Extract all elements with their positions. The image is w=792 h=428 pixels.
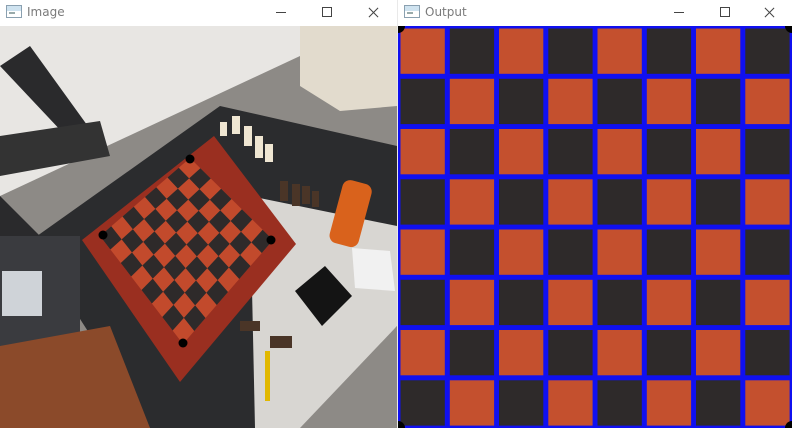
maximize-icon[interactable]	[304, 0, 350, 26]
output-board-square	[696, 179, 741, 225]
output-board-square	[499, 129, 544, 175]
output-board-square	[449, 380, 495, 426]
image-window-title: Image	[27, 5, 65, 19]
corner-marker	[178, 338, 188, 348]
output-board-square	[745, 78, 790, 125]
output-board-square	[548, 28, 593, 74]
output-board-square	[449, 129, 495, 175]
output-board-square	[696, 129, 741, 175]
corner-marker	[266, 235, 276, 245]
output-board-square	[400, 380, 445, 426]
warped-board-output	[398, 26, 792, 428]
output-board-square	[499, 279, 544, 326]
output-board-square	[646, 229, 692, 275]
output-board-square	[597, 129, 642, 175]
corner-marker	[98, 230, 108, 240]
minimize-icon[interactable]	[258, 0, 304, 26]
output-board-square	[499, 28, 544, 74]
output-board-square	[548, 78, 593, 125]
output-board-square	[696, 279, 741, 326]
output-board-square	[400, 78, 445, 125]
output-board-square	[499, 179, 544, 225]
output-board-square	[696, 380, 741, 426]
output-board-square	[400, 279, 445, 326]
output-board-square	[597, 380, 642, 426]
input-photo	[0, 26, 397, 428]
opencv-window-icon	[6, 5, 22, 18]
output-board-square	[400, 229, 445, 275]
output-board-square	[597, 229, 642, 275]
output-board-square	[646, 129, 692, 175]
output-board-square	[597, 279, 642, 326]
output-window-title: Output	[425, 5, 467, 19]
output-window: Output	[398, 0, 792, 428]
output-board-square	[548, 380, 593, 426]
output-board-square	[696, 229, 741, 275]
maximize-icon[interactable]	[702, 0, 748, 26]
output-board-square	[745, 28, 790, 74]
image-window-titlebar[interactable]: Image	[0, 0, 397, 26]
output-board-square	[745, 380, 790, 426]
output-board-square	[449, 279, 495, 326]
corner-marker	[185, 154, 195, 164]
output-board-square	[745, 229, 790, 275]
output-board-square	[597, 330, 642, 376]
close-icon[interactable]	[746, 0, 792, 26]
output-board-square	[745, 330, 790, 376]
output-board-square	[400, 330, 445, 376]
output-board-square	[449, 229, 495, 275]
output-board-square	[745, 279, 790, 326]
output-board-square	[499, 380, 544, 426]
output-board-square	[499, 330, 544, 376]
output-board-square	[499, 78, 544, 125]
output-board-square	[745, 129, 790, 175]
output-board-square	[646, 380, 692, 426]
output-board-square	[646, 279, 692, 326]
output-board-square	[696, 78, 741, 125]
output-board-square	[400, 129, 445, 175]
output-board-square	[499, 229, 544, 275]
output-board-square	[548, 179, 593, 225]
output-board-square	[696, 330, 741, 376]
output-board-square	[449, 28, 495, 74]
output-board-square	[646, 78, 692, 125]
output-board-square	[548, 229, 593, 275]
output-board-square	[745, 179, 790, 225]
output-board-square	[548, 279, 593, 326]
image-window: Image	[0, 0, 397, 428]
output-board-square	[597, 179, 642, 225]
output-board-square	[646, 28, 692, 74]
output-board-square	[597, 78, 642, 125]
output-board-square	[548, 330, 593, 376]
output-board-square	[646, 330, 692, 376]
output-board-square	[400, 28, 445, 74]
minimize-icon[interactable]	[656, 0, 702, 26]
output-board-square	[400, 179, 445, 225]
output-board-square	[449, 179, 495, 225]
opencv-window-icon	[404, 5, 420, 18]
output-board-square	[696, 28, 741, 74]
output-board-square	[449, 78, 495, 125]
output-board-square	[597, 28, 642, 74]
close-icon[interactable]	[350, 0, 396, 26]
output-window-titlebar[interactable]: Output	[398, 0, 792, 26]
output-board-square	[646, 179, 692, 225]
output-board-square	[449, 330, 495, 376]
output-board-square	[548, 129, 593, 175]
